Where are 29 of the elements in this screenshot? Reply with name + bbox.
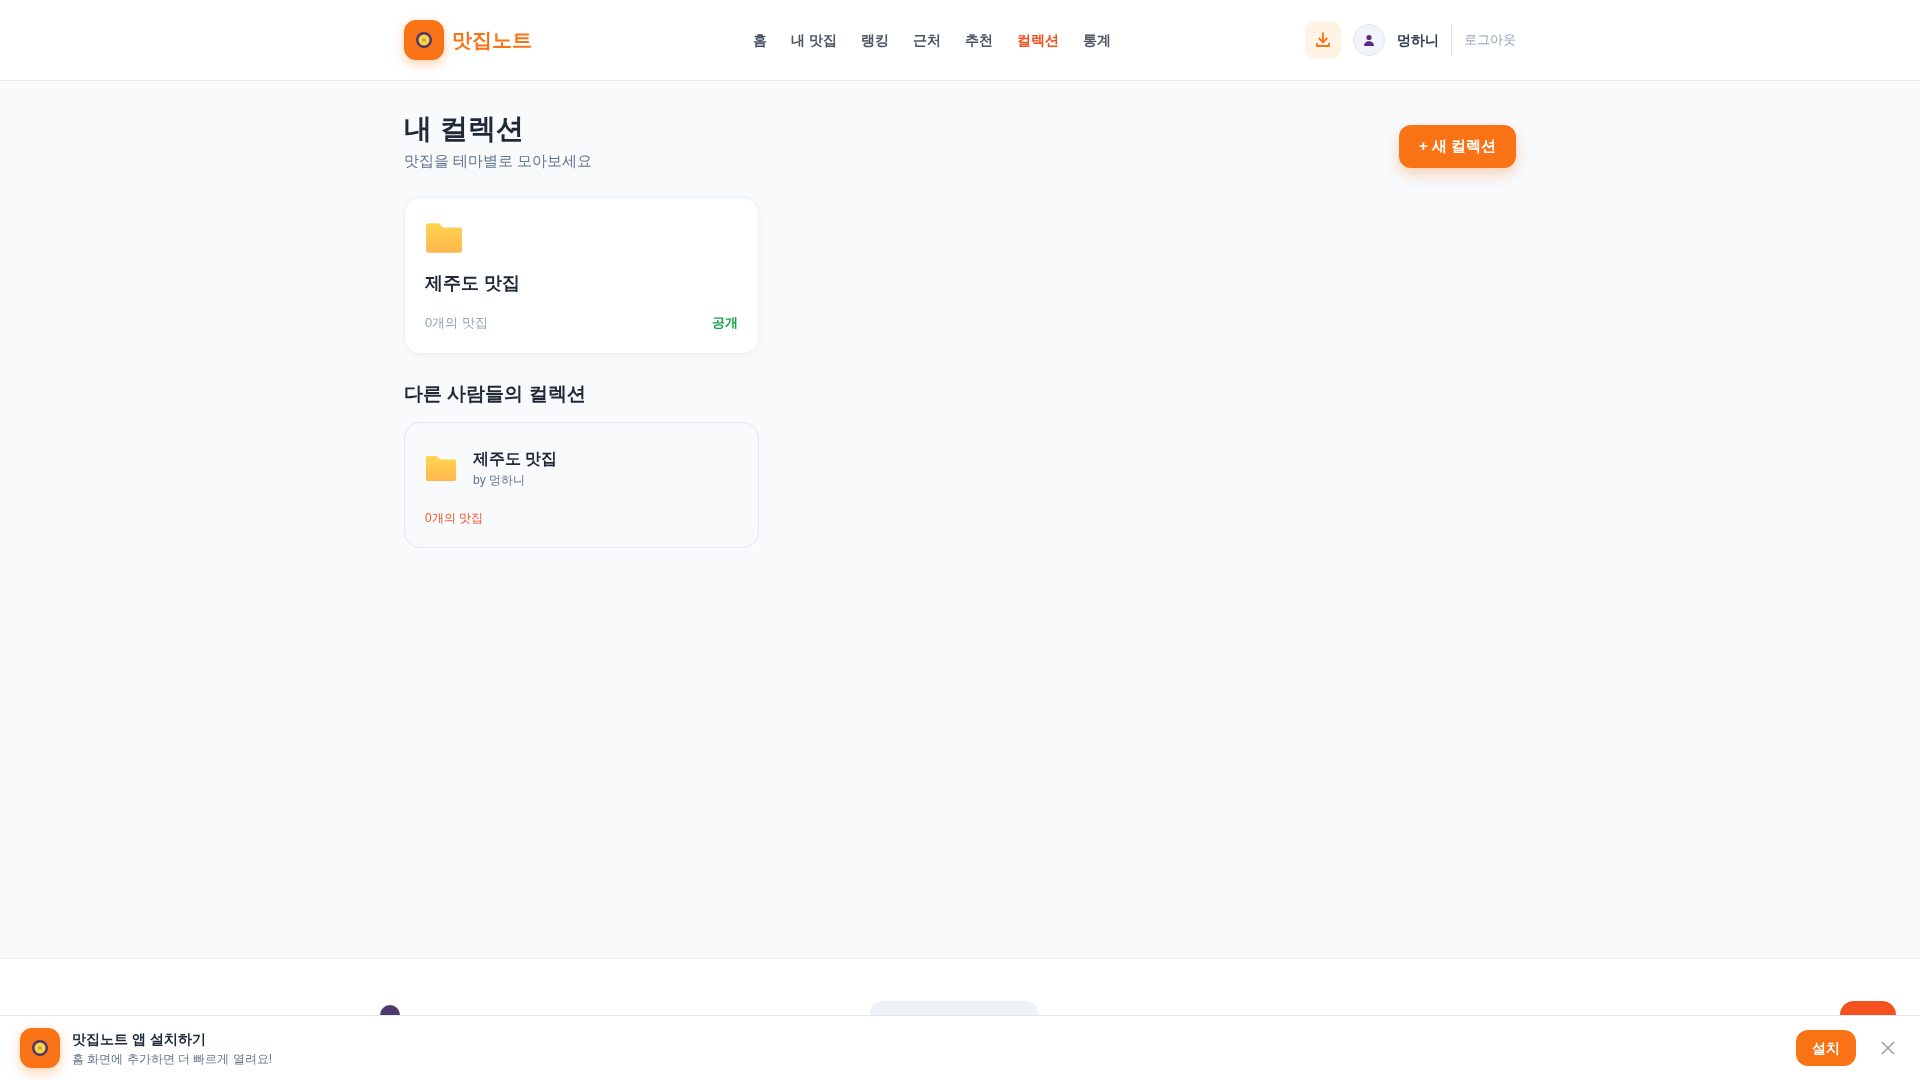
avatar[interactable] (1353, 24, 1385, 56)
app-logo-icon (20, 1028, 60, 1068)
collection-card[interactable]: 제주도 맛집 0개의 맛집 공개 (404, 196, 759, 354)
owner-label: by 멍하니 (473, 472, 526, 489)
folder-icon (425, 221, 463, 254)
restaurant-count: 0개의 맛집 (425, 510, 484, 527)
banner-subtitle: 홈 화면에 추가하면 더 빠르게 열려요! (72, 1050, 272, 1068)
nav-link[interactable]: 랭킹 (860, 29, 889, 51)
close-icon (1881, 1041, 1895, 1055)
nav-link[interactable]: 추천 (964, 29, 993, 51)
nav-link[interactable]: 내 맛집 (791, 29, 837, 51)
nav-link[interactable]: 근처 (912, 29, 941, 51)
collection-name: 제주도 맛집 (425, 271, 521, 295)
download-icon (1314, 31, 1332, 49)
page-subtitle: 맛집을 테마별로 모아보세요 (404, 151, 593, 171)
user-name: 멍하니 (1397, 30, 1439, 50)
user-icon (1363, 34, 1375, 46)
folder-icon (425, 454, 457, 482)
nav-link[interactable]: 통계 (1082, 29, 1111, 51)
download-button[interactable] (1305, 22, 1341, 58)
nav-link[interactable]: 홈 (753, 29, 767, 51)
collection-card[interactable]: 제주도 맛집 by 멍하니 0개의 맛집 (404, 422, 759, 548)
app-logo-icon (404, 20, 444, 60)
collection-name: 제주도 맛집 (473, 449, 558, 469)
section-heading: 다른 사람들의 컬렉션 (404, 381, 587, 406)
page-title: 내 컬렉션 (404, 112, 525, 146)
banner-title: 맛집노트 앱 설치하기 (72, 1029, 207, 1049)
visibility-label: 공개 (711, 314, 738, 332)
restaurant-count: 0개의 맛집 (425, 314, 488, 332)
